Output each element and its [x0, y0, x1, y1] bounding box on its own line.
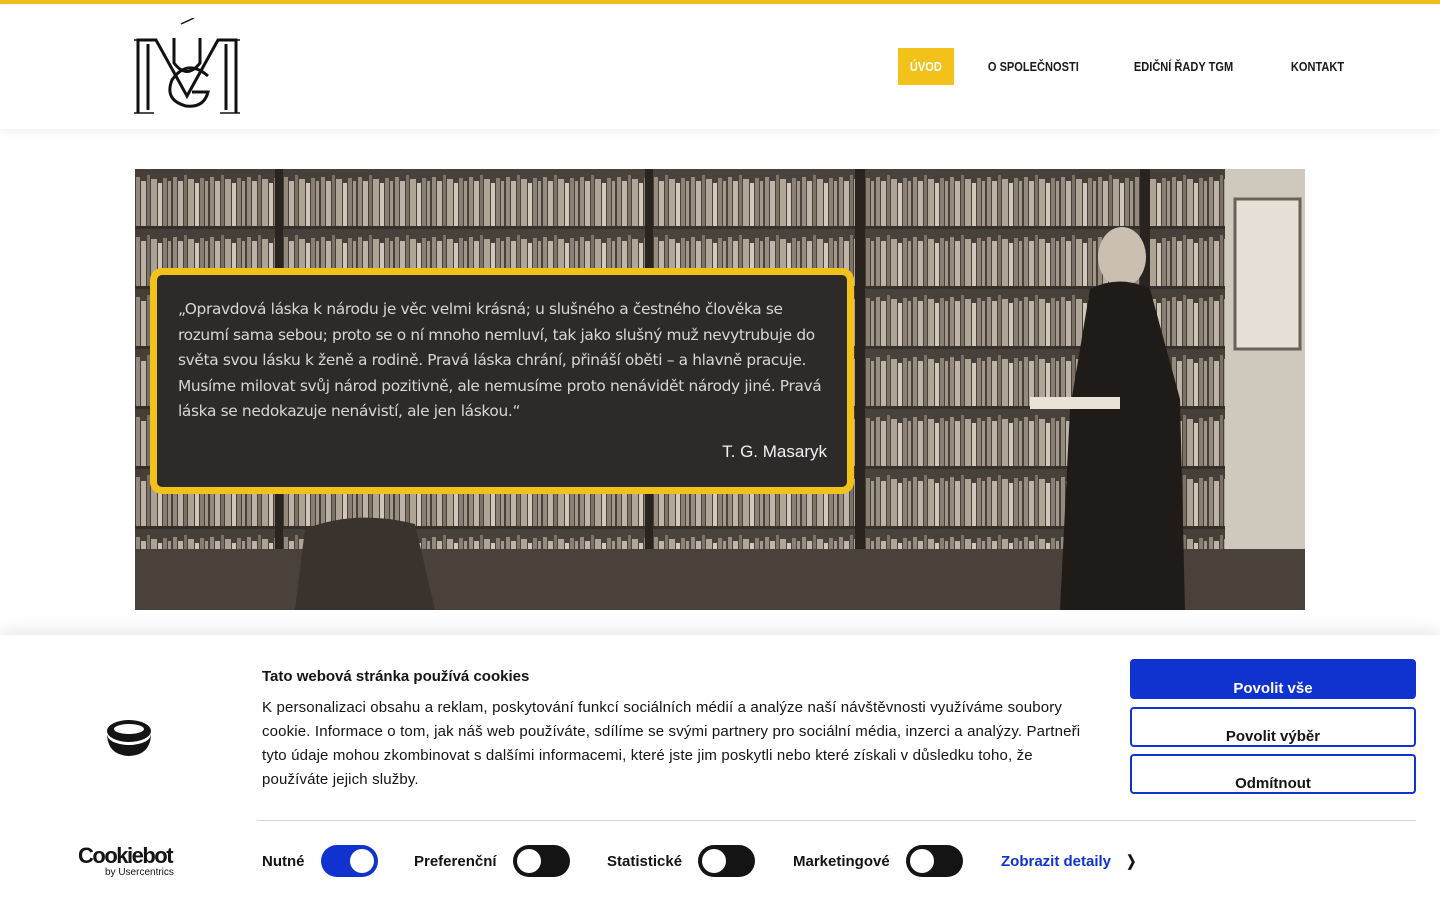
cookiebot-byline: by Usercentrics: [105, 867, 174, 878]
chevron-right-icon: ❯: [1126, 853, 1137, 870]
cookie-title: Tato webová stránka používá cookies: [262, 668, 530, 685]
toggle-label-statistics: Statistické: [607, 852, 683, 870]
toggle-label-marketing: Marketingové: [793, 852, 890, 870]
nav-item-o-spolecnosti[interactable]: O SPOLEČNOSTI: [976, 48, 1091, 85]
cookie-description: K personalizaci obsahu a reklam, poskyto…: [262, 699, 1081, 788]
quote-text: „Opravdová láska k národu je věc velmi k…: [178, 300, 822, 420]
quote-box: „Opravdová láska k národu je věc velmi k…: [150, 268, 854, 494]
nav-item-kontakt[interactable]: KONTAKT: [1279, 48, 1356, 85]
cookie-divider: [257, 820, 1416, 821]
cookiebot-brand-name: Cookiebot: [78, 843, 174, 868]
monogram-logo-icon: [134, 17, 240, 114]
quote-author: T. G. Masaryk: [722, 442, 827, 461]
necessary-toggle[interactable]: [320, 845, 378, 877]
preferences-toggle[interactable]: [512, 845, 570, 877]
deny-button[interactable]: Odmítnout: [1130, 754, 1416, 794]
hero-banner: „Opravdová láska k národu je věc velmi k…: [135, 169, 1305, 610]
site-header: ÚVOD O SPOLEČNOSTI EDIČNÍ ŘADY TGM KONTA…: [0, 4, 1440, 129]
toggle-group-necessary: Nutné: [262, 845, 378, 877]
toggle-label-necessary: Nutné: [262, 852, 305, 870]
nav-item-edicni-rady[interactable]: EDIČNÍ ŘADY TGM: [1122, 48, 1245, 85]
toggle-label-preferences: Preferenční: [414, 852, 497, 870]
marketing-toggle[interactable]: [905, 845, 963, 877]
cookiebot-logo[interactable]: Cookiebot by Usercentrics: [78, 845, 174, 879]
nav-item-uvod[interactable]: ÚVOD: [898, 48, 954, 85]
toggle-group-marketing: Marketingové: [793, 845, 963, 877]
show-details-link[interactable]: Zobrazit detaily ❯: [1001, 852, 1138, 870]
toggle-group-preferences: Preferenční: [414, 845, 570, 877]
site-logo[interactable]: [134, 17, 240, 118]
toggle-group-statistics: Statistické: [607, 845, 756, 877]
statistics-toggle[interactable]: [698, 845, 756, 877]
allow-all-button[interactable]: Povolit vše: [1130, 659, 1416, 699]
show-details-label: Zobrazit detaily: [1001, 853, 1112, 870]
cookie-stack-icon: [106, 719, 152, 762]
main-nav: ÚVOD O SPOLEČNOSTI EDIČNÍ ŘADY TGM KONTA…: [898, 48, 1382, 85]
cookie-consent-banner: Cookiebot by Usercentrics Tato webová st…: [0, 635, 1440, 900]
allow-selection-button[interactable]: Povolit výběr: [1130, 707, 1416, 747]
